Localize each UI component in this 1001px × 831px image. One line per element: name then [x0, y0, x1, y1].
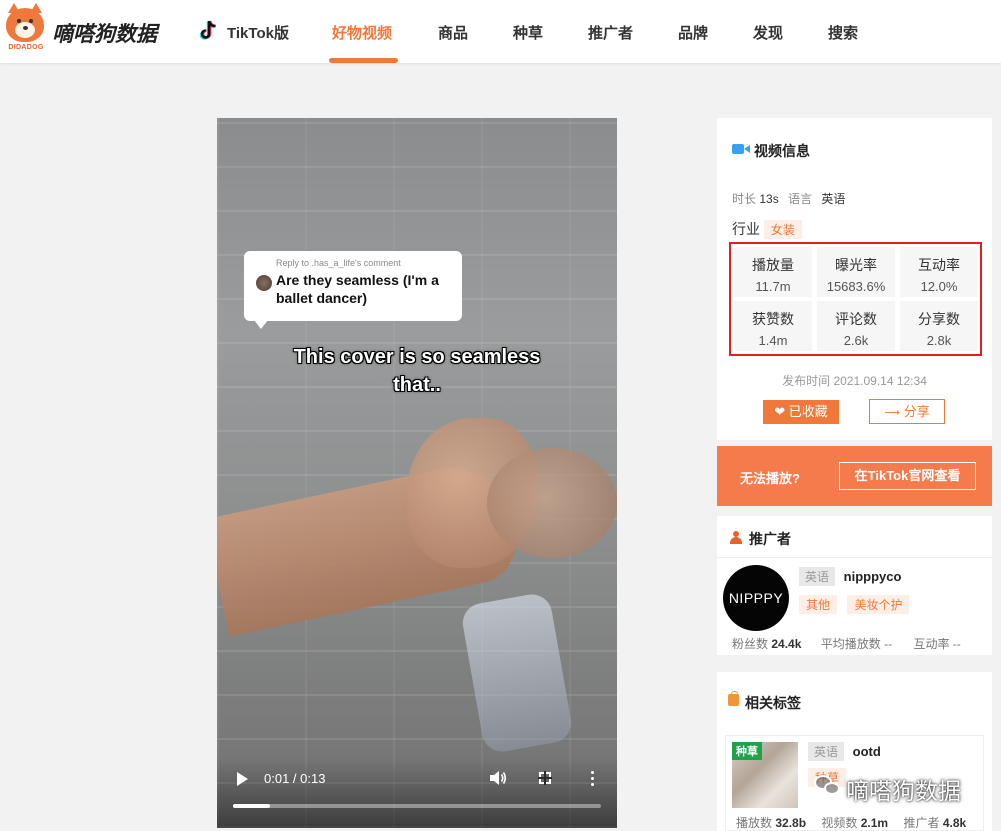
video-frame-sponge	[487, 448, 617, 558]
progress-fill	[233, 804, 270, 808]
tag-name[interactable]: ootd	[853, 744, 881, 759]
engagement-value: --	[952, 637, 961, 651]
promoter-name-row: 英语 nipppyco	[799, 567, 901, 586]
video-controls: 0:01 / 0:13	[217, 758, 617, 828]
volume-icon[interactable]	[489, 770, 507, 786]
time-display: 0:01 / 0:13	[264, 771, 326, 786]
duration-language: 时长 13s 语言 英语	[732, 192, 846, 206]
tiktok-comment-bubble: Reply to .has_a_life's comment Are they …	[244, 251, 462, 329]
comment-reply-to: Reply to .has_a_life's comment	[276, 258, 401, 268]
didadog-logo[interactable]: DIDADOG	[4, 3, 46, 54]
commenter-avatar	[256, 275, 272, 291]
stat-likes: 获赞数 1.4m	[734, 301, 812, 351]
related-tags-title: 相关标签	[745, 695, 801, 711]
dog-logo-icon	[6, 3, 44, 42]
promoter-avatar[interactable]: NIPPPY	[723, 565, 789, 631]
more-icon[interactable]	[591, 771, 595, 787]
promoter-stats: 粉丝数 24.4k 平均播放数 -- 互动率 --	[732, 637, 961, 651]
nav-products[interactable]: 商品	[438, 22, 468, 43]
person-icon	[730, 531, 742, 544]
nav-search[interactable]: 搜索	[828, 22, 858, 43]
industry-tag: 女装	[763, 220, 802, 239]
tag-language-badge: 英语	[808, 742, 845, 761]
nav-seeding[interactable]: 种草	[513, 22, 543, 43]
duration-value: 13s	[759, 192, 779, 206]
related-tags-panel: 相关标签 种草 英语 ootd 种草 播放数 32.8b 视频数 2.1m 推广…	[717, 672, 992, 831]
video-player[interactable]: Reply to .has_a_life's comment Are they …	[217, 118, 617, 828]
industry-row: 行业 女装	[732, 219, 802, 239]
stat-comments: 评论数 2.6k	[817, 301, 895, 351]
logo-text: DIDADOG	[8, 44, 44, 51]
comment-text: Are they seamless (I'm a ballet dancer)	[276, 272, 439, 306]
tiktok-icon	[199, 20, 217, 40]
publish-time: 发布时间 2021.09.14 12:34	[782, 374, 927, 388]
view-on-tiktok-button[interactable]: 在TikTok官网查看	[839, 462, 976, 490]
shopping-bag-icon	[728, 691, 739, 706]
followers-value: 24.4k	[771, 637, 802, 651]
promoter-title: 推广者	[749, 531, 791, 547]
video-info-title: 视频信息	[754, 143, 810, 159]
nav-good-videos[interactable]: 好物视频	[332, 22, 392, 43]
favorited-button[interactable]: ❤ 已收藏	[763, 400, 839, 424]
cannot-play-text: 无法播放?	[740, 471, 800, 486]
nav-tiktok[interactable]: TikTok版	[227, 22, 289, 43]
promoter-language-badge: 英语	[799, 567, 836, 586]
fullscreen-icon[interactable]	[538, 771, 552, 785]
play-icon[interactable]	[237, 772, 248, 786]
nav-discover[interactable]: 发现	[753, 22, 783, 43]
video-info-panel: 视频信息 时长 13s 语言 英语 行业 女装 播放量 11.7m 曝光率 15…	[717, 118, 992, 440]
promoter-tag: 美妆个护	[847, 595, 910, 614]
cannot-play-banner: 无法播放? 在TikTok官网查看	[717, 446, 992, 506]
stat-shares: 分享数 2.8k	[900, 301, 978, 351]
brand-name[interactable]: 嘀嗒狗数据	[52, 18, 157, 48]
stats-grid: 播放量 11.7m 曝光率 15683.6% 互动率 12.0% 获赞数 1.4…	[729, 242, 982, 356]
promoter-name[interactable]: nipppyco	[844, 569, 902, 584]
tag-stats: 播放数 32.8b 视频数 2.1m 推广者 4.8k	[736, 816, 967, 830]
wechat-icon	[814, 775, 842, 797]
nav-promoters[interactable]: 推广者	[588, 22, 633, 43]
avg-play-value: --	[884, 637, 893, 651]
nav-brands[interactable]: 品牌	[678, 22, 708, 43]
promoter-tags: 其他 美妆个护	[799, 595, 915, 614]
video-camera-icon	[732, 144, 750, 154]
stat-exposure: 曝光率 15683.6%	[817, 247, 895, 297]
promoter-panel: 推广者 NIPPPY 英语 nipppyco 其他 美妆个护 粉丝数 24.4k…	[717, 516, 992, 655]
share-button[interactable]: ⟶ 分享	[869, 399, 945, 424]
video-caption: This cover is so seamless that..	[293, 346, 541, 396]
share-icon: ⟶	[884, 407, 901, 419]
language-value: 英语	[821, 192, 846, 206]
tag-videos-value: 2.1m	[860, 816, 889, 830]
heart-icon: ❤	[774, 404, 786, 419]
top-header: DIDADOG 嘀嗒狗数据 TikTok版 好物视频 商品 种草 推广者 品牌 …	[0, 0, 1001, 63]
stat-plays: 播放量 11.7m	[734, 247, 812, 297]
tag-plays-value: 32.8b	[775, 816, 807, 830]
tag-promoters-value: 4.8k	[942, 816, 967, 830]
tag-thumbnail[interactable]: 种草	[732, 742, 798, 808]
promoter-tag: 其他	[799, 595, 838, 614]
active-nav-indicator	[329, 58, 398, 63]
tag-name-row: 英语 ootd	[808, 742, 881, 761]
watermark-text: 嘀嗒狗数据	[846, 778, 961, 804]
progress-bar[interactable]	[233, 804, 601, 808]
stat-engagement: 互动率 12.0%	[900, 247, 978, 297]
tag-thumbnail-badge: 种草	[732, 742, 762, 760]
